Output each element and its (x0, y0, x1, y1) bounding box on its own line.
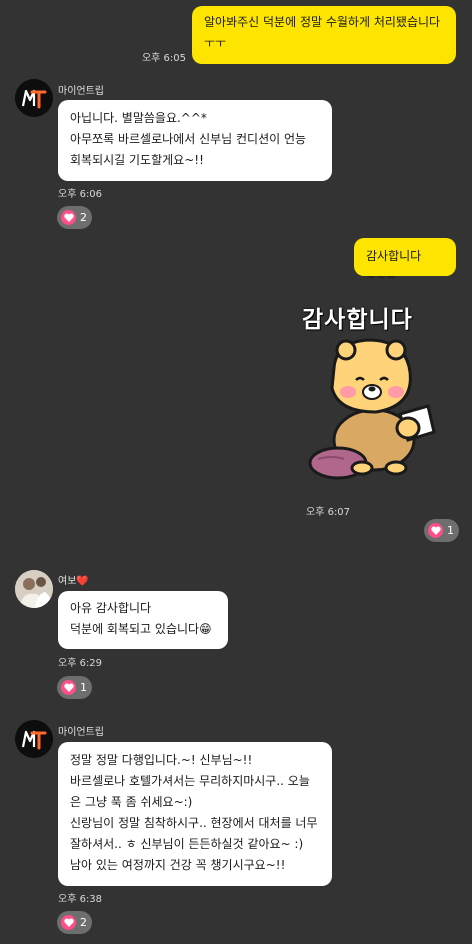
message-line: 회복되시길 기도할게요~!! (70, 153, 204, 167)
message-line: 알아봐주신 덕분에 정말 수월하게 처리됐습니다 (204, 15, 441, 29)
sender-name: 여보❤️ (58, 572, 89, 587)
message-line: 잘하셔서.. ㅎ 신부님이 든든하실것 같아요~ :) (70, 837, 304, 851)
myontrip-logo-icon (15, 720, 53, 758)
myontrip-logo-icon (15, 79, 53, 117)
profile-photo-icon (15, 570, 53, 608)
reaction-count: 2 (80, 916, 87, 929)
reaction-badge[interactable]: 2 (57, 911, 92, 934)
message-time: 오후 6:29 (58, 658, 103, 669)
message-line: 정말 정말 다행입니다.~! 신부님~!! (70, 753, 253, 767)
message-time: 오후 6:06 (58, 189, 103, 200)
reaction-badge[interactable]: 2 (57, 206, 92, 229)
heart-emoji: ❤️ (76, 576, 89, 587)
message-line: 아닙니다. 별말씀을요.^^* (70, 111, 207, 125)
message-line: 아무쪼록 바르셀로나에서 신부님 컨디션이 언능 (70, 132, 307, 146)
heart-icon (428, 523, 443, 538)
avatar[interactable] (15, 570, 53, 608)
message-line: 덕분에 회복되고 있습니다😁 (70, 622, 212, 636)
message-line: 남아 있는 여정까지 건강 꼭 챙기시구요~!! (70, 858, 286, 872)
my-message-bubble[interactable]: 알아봐주신 덕분에 정말 수월하게 처리됐습니다 ㅜㅜ (192, 6, 456, 64)
other-message-bubble[interactable]: 정말 정말 다행입니다.~! 신부님~!! 바르셀로나 호텔가셔서는 무리하지마… (58, 742, 332, 886)
message-line: 감사합니다~~~ (366, 249, 422, 284)
heart-icon (61, 680, 76, 695)
reaction-count: 1 (447, 524, 454, 537)
heart-icon (61, 915, 76, 930)
reaction-count: 2 (80, 211, 87, 224)
message-line: 신랑님이 정말 침착하시구.. 현장에서 대처를 너무 (70, 816, 318, 830)
avatar[interactable] (15, 720, 53, 758)
message-line: 은 그냥 푹 좀 쉬세요~:) (70, 795, 193, 809)
other-message-bubble[interactable]: 아유 감사합니다 덕분에 회복되고 있습니다😁 (58, 591, 228, 649)
sticker[interactable]: 감사합니다 (296, 296, 446, 488)
other-message-bubble[interactable]: 아닙니다. 별말씀을요.^^* 아무쪼록 바르셀로나에서 신부님 컨디션이 언능… (58, 100, 332, 181)
message-line: 바르셀로나 호텔가셔서는 무리하지마시구.. 오늘 (70, 774, 310, 788)
heart-icon (61, 210, 76, 225)
reaction-badge[interactable]: 1 (424, 519, 459, 542)
message-line: 아유 감사합니다 (70, 601, 152, 615)
bear-sticker-icon (308, 338, 436, 480)
sender-name: 마이언트립 (58, 727, 104, 738)
reaction-count: 1 (80, 681, 87, 694)
message-time: 오후 6:38 (58, 894, 103, 905)
sender-name-text: 여보 (58, 576, 77, 587)
message-time: 오후 6:05 (141, 53, 186, 64)
sender-name: 마이언트립 (58, 86, 104, 97)
avatar[interactable] (15, 79, 53, 117)
message-line: ㅜㅜ (204, 36, 227, 50)
reaction-badge[interactable]: 1 (57, 676, 92, 699)
my-message-bubble[interactable]: 감사합니다~~~ (354, 238, 456, 284)
message-time: 오후 6:07 (306, 507, 351, 518)
